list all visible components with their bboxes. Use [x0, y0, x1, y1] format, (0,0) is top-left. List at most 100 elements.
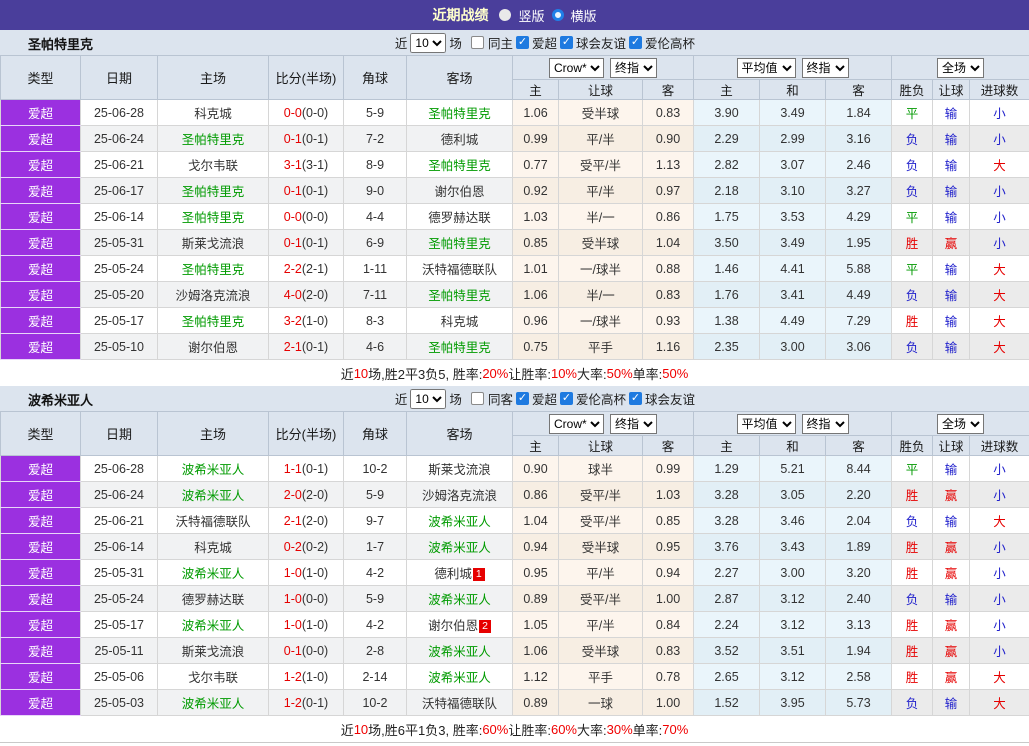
away-team-cell[interactable]: 德利城: [407, 126, 513, 152]
away-team-cell[interactable]: 波希米亚人: [407, 534, 513, 560]
home-team-cell[interactable]: 戈尔韦联: [158, 152, 269, 178]
filter-checkbox-label-0[interactable]: 同主: [488, 33, 513, 52]
away-team-cell[interactable]: 沙姆洛克流浪: [407, 482, 513, 508]
handicap-cell: 受平/半: [559, 586, 643, 612]
away-team-cell[interactable]: 沃特福德联队: [407, 690, 513, 716]
filter-checkbox-label-2[interactable]: 球会友谊: [576, 33, 626, 52]
filter-checkbox-label-1[interactable]: 爱超: [532, 33, 557, 52]
home-team-cell[interactable]: 戈尔韦联: [158, 664, 269, 690]
league-type-cell[interactable]: 爱超: [1, 664, 81, 690]
away-team-cell[interactable]: 德利城1: [407, 560, 513, 586]
filter-checkbox-3[interactable]: ✓: [629, 36, 642, 49]
league-type-cell[interactable]: 爱超: [1, 230, 81, 256]
home-team-cell[interactable]: 圣帕特里克: [158, 126, 269, 152]
filter-checkbox-1[interactable]: ✓: [516, 392, 529, 405]
avg-home-cell: 1.76: [694, 282, 760, 308]
away-team-cell[interactable]: 圣帕特里克: [407, 282, 513, 308]
horizontal-layout-radio[interactable]: [552, 9, 564, 21]
away-team-cell[interactable]: 谢尔伯恩2: [407, 612, 513, 638]
home-team-cell[interactable]: 德罗赫达联: [158, 586, 269, 612]
home-team-cell[interactable]: 谢尔伯恩: [158, 334, 269, 360]
match-count-select[interactable]: 10: [410, 389, 446, 409]
home-team-cell[interactable]: 圣帕特里克: [158, 204, 269, 230]
home-team-cell[interactable]: 波希米亚人: [158, 612, 269, 638]
league-type-cell[interactable]: 爱超: [1, 126, 81, 152]
away-team-cell[interactable]: 沃特福德联队: [407, 256, 513, 282]
league-type-cell[interactable]: 爱超: [1, 152, 81, 178]
filter-checkbox-label-2[interactable]: 爱伦高杯: [576, 389, 626, 408]
league-type-cell[interactable]: 爱超: [1, 690, 81, 716]
average-odds-select[interactable]: 平均值: [737, 58, 796, 78]
match-count-select[interactable]: 10: [410, 33, 446, 53]
league-type-cell[interactable]: 爱超: [1, 508, 81, 534]
home-team-cell[interactable]: 波希米亚人: [158, 456, 269, 482]
avg-draw-cell: 3.12: [760, 664, 826, 690]
league-type-cell[interactable]: 爱超: [1, 586, 81, 612]
league-type-cell[interactable]: 爱超: [1, 100, 81, 126]
home-team-cell[interactable]: 波希米亚人: [158, 560, 269, 586]
home-team-cell[interactable]: 圣帕特里克: [158, 308, 269, 334]
home-team-cell[interactable]: 科克城: [158, 100, 269, 126]
filter-checkbox-label-0[interactable]: 同客: [488, 389, 513, 408]
away-team-cell[interactable]: 波希米亚人: [407, 638, 513, 664]
filter-checkbox-2[interactable]: ✓: [560, 392, 573, 405]
league-type-cell[interactable]: 爱超: [1, 308, 81, 334]
vertical-layout-label[interactable]: 竖版: [518, 6, 544, 25]
home-team-cell[interactable]: 斯莱戈流浪: [158, 230, 269, 256]
match-date-cell: 25-06-17: [81, 178, 158, 204]
league-type-cell[interactable]: 爱超: [1, 638, 81, 664]
score-cell: 4-0(2-0): [269, 282, 344, 308]
fulltime-select[interactable]: 全场: [937, 414, 984, 434]
away-team-cell[interactable]: 圣帕特里克: [407, 334, 513, 360]
filter-checkbox-0[interactable]: [471, 392, 484, 405]
home-team-cell[interactable]: 圣帕特里克: [158, 256, 269, 282]
away-team-cell[interactable]: 圣帕特里克: [407, 230, 513, 256]
away-team-cell[interactable]: 谢尔伯恩: [407, 178, 513, 204]
horizontal-layout-label[interactable]: 横版: [571, 6, 597, 25]
away-team-cell[interactable]: 斯莱戈流浪: [407, 456, 513, 482]
filter-checkbox-0[interactable]: [471, 36, 484, 49]
home-team-cell[interactable]: 科克城: [158, 534, 269, 560]
league-type-cell[interactable]: 爱超: [1, 482, 81, 508]
league-type-cell[interactable]: 爱超: [1, 534, 81, 560]
league-type-cell[interactable]: 爱超: [1, 334, 81, 360]
initial-odds-select[interactable]: 终指: [610, 58, 657, 78]
away-team-cell[interactable]: 波希米亚人: [407, 508, 513, 534]
away-team-cell[interactable]: 波希米亚人: [407, 664, 513, 690]
away-team-cell[interactable]: 德罗赫达联: [407, 204, 513, 230]
handicap-result-cell: 赢: [933, 612, 970, 638]
league-type-cell[interactable]: 爱超: [1, 178, 81, 204]
league-type-cell[interactable]: 爱超: [1, 560, 81, 586]
bookmaker-select[interactable]: Crow*: [549, 58, 604, 78]
filter-checkbox-3[interactable]: ✓: [629, 392, 642, 405]
filter-checkbox-label-1[interactable]: 爱超: [532, 389, 557, 408]
away-team-cell[interactable]: 波希米亚人: [407, 586, 513, 612]
filter-checkbox-1[interactable]: ✓: [516, 36, 529, 49]
league-type-cell[interactable]: 爱超: [1, 456, 81, 482]
home-team-cell[interactable]: 波希米亚人: [158, 482, 269, 508]
home-team-cell[interactable]: 波希米亚人: [158, 690, 269, 716]
filter-checkbox-label-3[interactable]: 爱伦高杯: [645, 33, 695, 52]
league-type-cell[interactable]: 爱超: [1, 256, 81, 282]
final-odds-select[interactable]: 终指: [802, 414, 849, 434]
league-type-cell[interactable]: 爱超: [1, 612, 81, 638]
league-type-cell[interactable]: 爱超: [1, 282, 81, 308]
match-date-cell: 25-06-24: [81, 126, 158, 152]
fulltime-select[interactable]: 全场: [937, 58, 984, 78]
final-odds-select[interactable]: 终指: [802, 58, 849, 78]
home-team-cell[interactable]: 圣帕特里克: [158, 178, 269, 204]
away-team-cell[interactable]: 圣帕特里克: [407, 152, 513, 178]
league-type-cell[interactable]: 爱超: [1, 204, 81, 230]
away-team-cell[interactable]: 科克城: [407, 308, 513, 334]
home-team-cell[interactable]: 沃特福德联队: [158, 508, 269, 534]
home-team-cell[interactable]: 斯莱戈流浪: [158, 638, 269, 664]
away-team-cell[interactable]: 圣帕特里克: [407, 100, 513, 126]
match-row: 爱超25-05-03波希米亚人1-2(0-1)10-2沃特福德联队0.89一球1…: [1, 690, 1029, 716]
vertical-layout-radio[interactable]: [499, 9, 511, 21]
home-team-cell[interactable]: 沙姆洛克流浪: [158, 282, 269, 308]
bookmaker-select[interactable]: Crow*: [549, 414, 604, 434]
average-odds-select[interactable]: 平均值: [737, 414, 796, 434]
filter-checkbox-2[interactable]: ✓: [560, 36, 573, 49]
filter-checkbox-label-3[interactable]: 球会友谊: [645, 389, 695, 408]
initial-odds-select[interactable]: 终指: [610, 414, 657, 434]
